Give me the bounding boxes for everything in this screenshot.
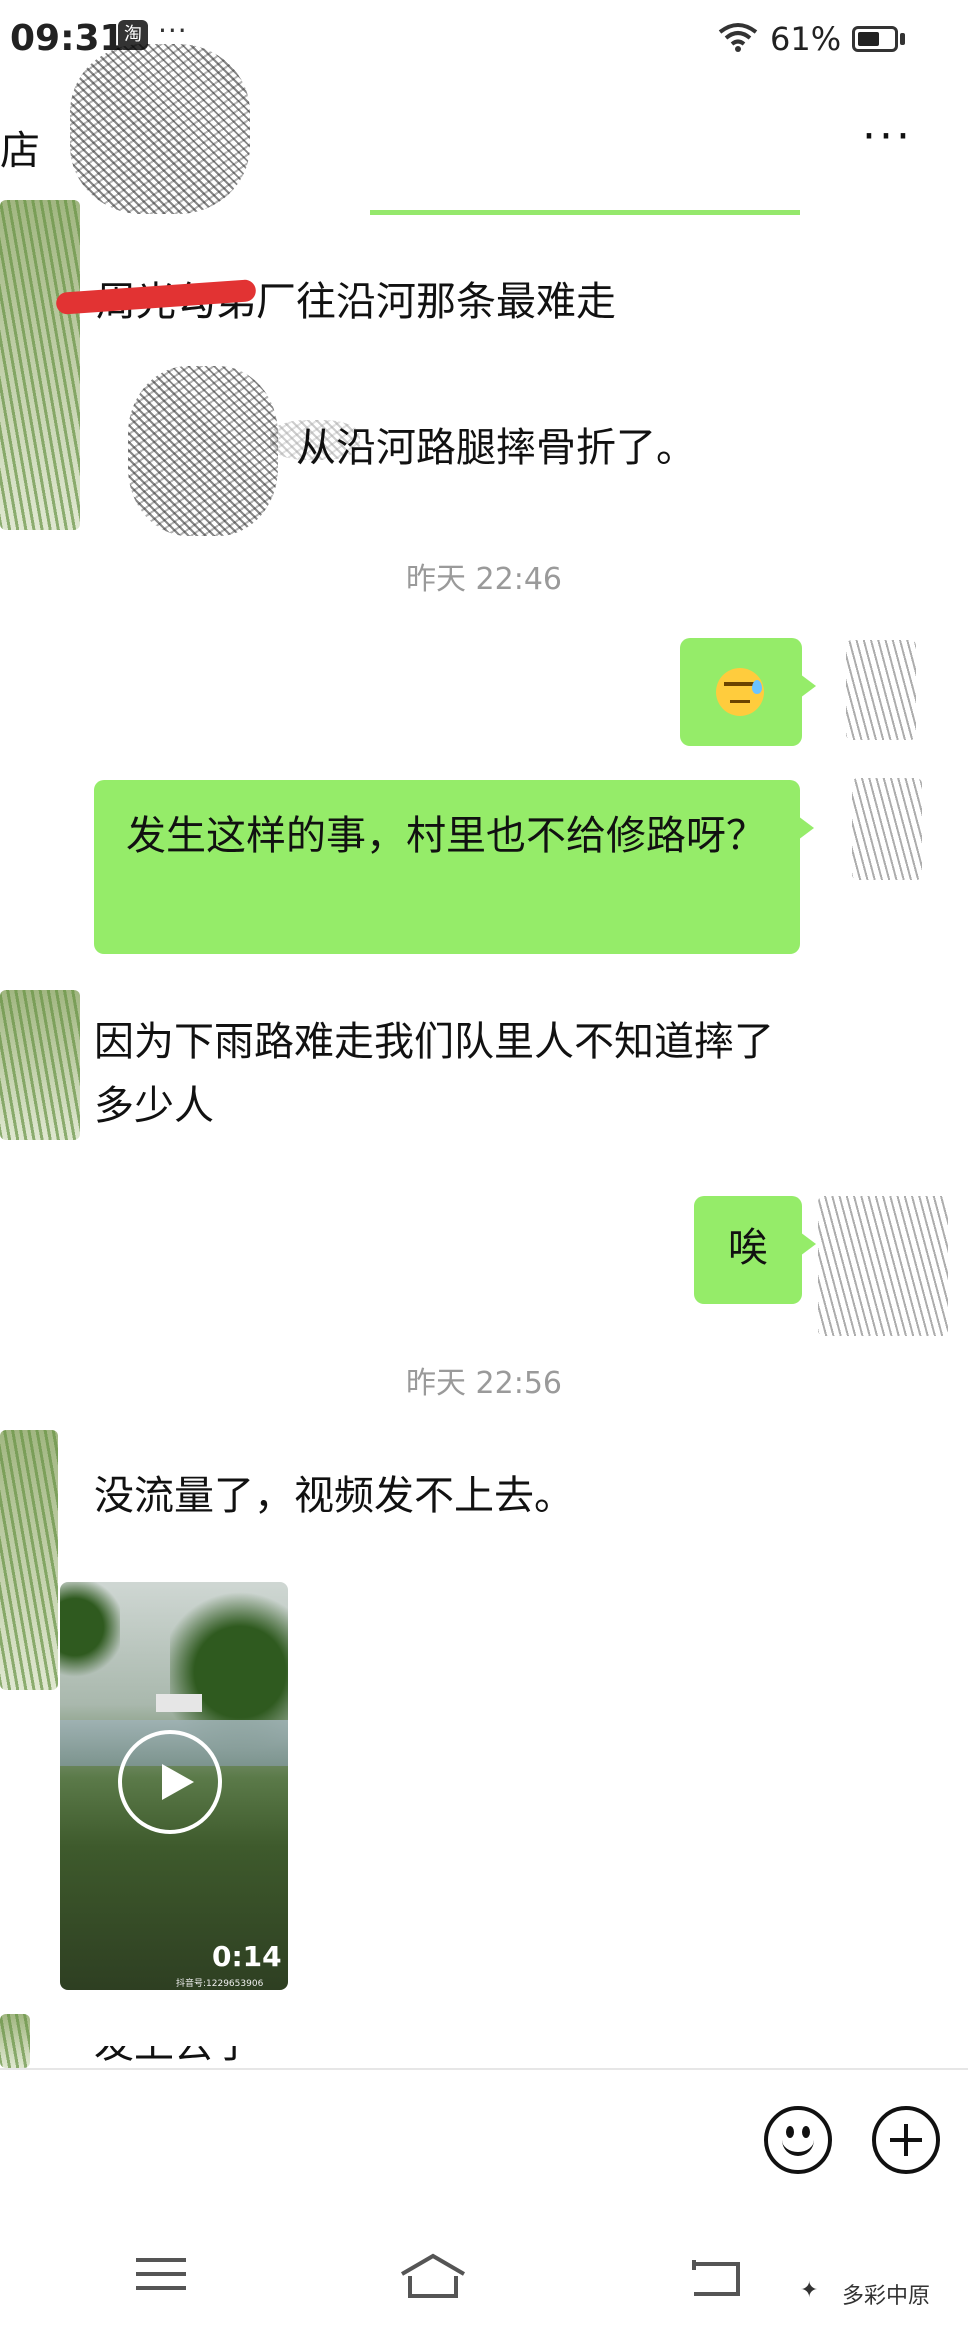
play-icon[interactable] <box>118 1730 222 1834</box>
contact-avatar[interactable] <box>0 2014 30 2068</box>
outgoing-message[interactable] <box>680 638 816 746</box>
more-notifications-icon: ··· <box>158 14 188 47</box>
nav-home-icon[interactable] <box>398 2252 468 2300</box>
add-attachment-button[interactable] <box>872 2106 940 2174</box>
contact-avatar[interactable] <box>0 1430 58 1690</box>
chat-title[interactable]: 店 <box>0 118 40 176</box>
wifi-icon <box>718 22 758 56</box>
incoming-message[interactable]: 因为下雨路难走我们队里人不知道摔了多少人 <box>94 1010 794 1138</box>
video-message[interactable]: 0:14 抖音号:1229653906 <box>60 1582 288 1990</box>
my-avatar[interactable] <box>818 1196 948 1336</box>
sweat-smile-emoji-icon <box>716 668 764 716</box>
timestamp: 昨天 22:46 <box>406 562 562 597</box>
my-avatar[interactable] <box>846 640 916 740</box>
outgoing-message[interactable]: 唉 <box>694 1196 816 1304</box>
more-options-button[interactable]: ··· <box>862 115 913 159</box>
battery-icon <box>852 26 898 52</box>
source-watermark: 多彩中原 <box>842 2284 931 2309</box>
redaction-scribble <box>128 366 278 536</box>
nav-menu-icon[interactable] <box>136 2258 186 2300</box>
video-duration: 0:14 <box>212 1940 282 1973</box>
smile-mouth <box>782 2136 814 2156</box>
contact-avatar[interactable] <box>0 200 80 530</box>
video-tree <box>60 1582 120 1682</box>
wechat-logo-icon: ✦ <box>800 2278 819 2303</box>
incoming-message[interactable]: 没流量了，视频发不上去。 <box>94 1464 574 1528</box>
timestamp: 昨天 22:56 <box>406 1366 562 1401</box>
battery-tip <box>900 33 905 45</box>
redaction-scribble <box>70 44 250 214</box>
redaction-scribble <box>270 420 360 460</box>
divider <box>370 210 800 215</box>
video-house <box>156 1694 202 1712</box>
incoming-message: 发上去了 <box>94 2046 694 2068</box>
battery-percent: 61% <box>770 20 842 58</box>
incoming-message-clipped[interactable]: 发上去了 <box>94 2046 694 2068</box>
nav-back-icon[interactable] <box>690 2258 742 2298</box>
input-divider <box>0 2068 968 2070</box>
outgoing-message[interactable]: 发生这样的事，村里也不给修路呀？ <box>94 780 814 954</box>
emoji-button[interactable] <box>764 2106 832 2174</box>
video-watermark: 抖音号:1229653906 <box>176 1979 264 1989</box>
my-avatar[interactable] <box>852 778 922 880</box>
contact-avatar[interactable] <box>0 990 80 1140</box>
